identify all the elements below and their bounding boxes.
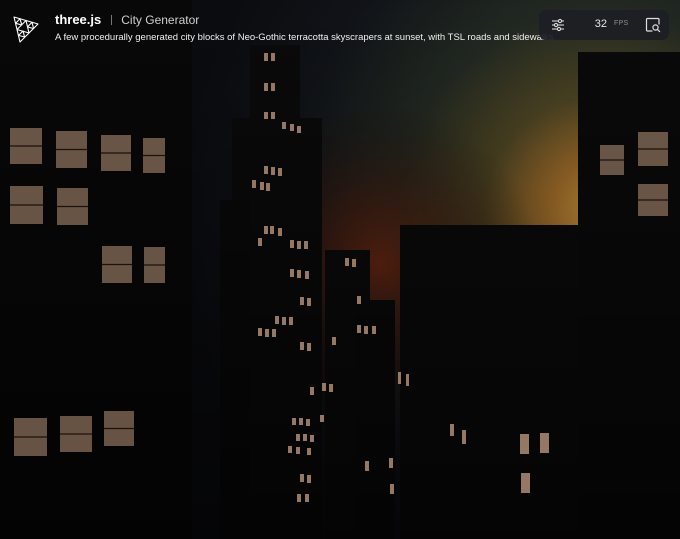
- lit-window: [271, 167, 275, 175]
- lit-window: [271, 53, 275, 61]
- inspect-icon: [645, 17, 661, 33]
- page-title: City Generator: [121, 12, 200, 27]
- lit-window: [357, 325, 361, 333]
- lit-window: [264, 166, 268, 174]
- lit-window: [296, 434, 300, 441]
- lit-window: [299, 418, 303, 425]
- fps-value: 32: [594, 18, 607, 30]
- lit-window: [372, 326, 376, 334]
- lit-window: [300, 474, 304, 482]
- inspector-button[interactable]: [643, 15, 663, 35]
- lit-window: [365, 461, 369, 471]
- lit-window: [297, 126, 301, 133]
- toolbar: 32 FPS: [539, 10, 669, 40]
- lit-window: [297, 494, 301, 502]
- lit-window: [364, 326, 368, 334]
- lit-window: [307, 298, 311, 306]
- lit-window: [260, 182, 264, 190]
- lit-window: [275, 316, 279, 324]
- lit-window: [310, 387, 314, 395]
- lit-window: [305, 494, 309, 502]
- lit-window: [271, 112, 275, 119]
- lit-window: [390, 484, 394, 494]
- lit-window: [306, 419, 310, 426]
- lit-window: [304, 241, 308, 249]
- lit-window: [258, 328, 262, 336]
- lit-window: [462, 430, 466, 444]
- lit-window: [322, 383, 326, 391]
- lit-window: [398, 372, 401, 384]
- lit-window: [264, 112, 268, 119]
- lit-window: [297, 241, 301, 249]
- lit-window: [278, 168, 282, 176]
- lit-window: [252, 180, 256, 188]
- lit-window: [307, 343, 311, 351]
- lit-window: [345, 258, 349, 266]
- brand-divider: [111, 14, 113, 25]
- lit-window: [278, 228, 282, 236]
- lit-window: [540, 433, 549, 453]
- lit-window: [289, 317, 293, 325]
- lit-window: [320, 415, 324, 422]
- lit-window: [310, 435, 314, 442]
- lit-window: [297, 270, 301, 278]
- lit-window: [290, 269, 294, 277]
- lit-window: [520, 434, 529, 454]
- lit-window: [258, 238, 262, 246]
- lit-window: [265, 329, 269, 337]
- lit-window: [266, 183, 270, 191]
- brand: three.js City Generator: [55, 12, 199, 27]
- lit-window: [303, 434, 307, 441]
- lit-window: [292, 418, 296, 425]
- lit-window: [296, 447, 300, 454]
- lit-window: [521, 473, 530, 493]
- fps-label: FPS: [614, 20, 629, 27]
- lit-window: [264, 83, 268, 91]
- lit-window: [288, 446, 292, 453]
- lit-window: [352, 259, 356, 267]
- lit-window: [272, 329, 276, 337]
- lit-window: [300, 342, 304, 350]
- lit-window: [332, 337, 336, 345]
- lit-window: [282, 317, 286, 325]
- lit-window: [329, 384, 333, 392]
- lit-window: [282, 122, 286, 129]
- lit-window: [271, 83, 275, 91]
- page-description: A few procedurally generated city blocks…: [55, 32, 557, 43]
- threejs-logo-icon[interactable]: [12, 14, 40, 44]
- lit-window: [307, 475, 311, 483]
- lit-window: [305, 271, 309, 279]
- lit-window: [357, 296, 361, 304]
- settings-button[interactable]: [548, 15, 568, 35]
- lit-window: [290, 240, 294, 248]
- lit-window: [290, 124, 294, 131]
- lit-window: [406, 374, 409, 386]
- lit-window: [389, 458, 393, 468]
- lit-window: [307, 448, 311, 455]
- lit-window: [450, 424, 454, 436]
- lit-window: [270, 226, 274, 234]
- city-scene-canvas[interactable]: [0, 0, 680, 539]
- brand-name[interactable]: three.js: [55, 12, 101, 27]
- lit-window: [300, 297, 304, 305]
- lit-window: [264, 53, 268, 61]
- sliders-icon: [552, 18, 564, 32]
- lit-window: [264, 226, 268, 234]
